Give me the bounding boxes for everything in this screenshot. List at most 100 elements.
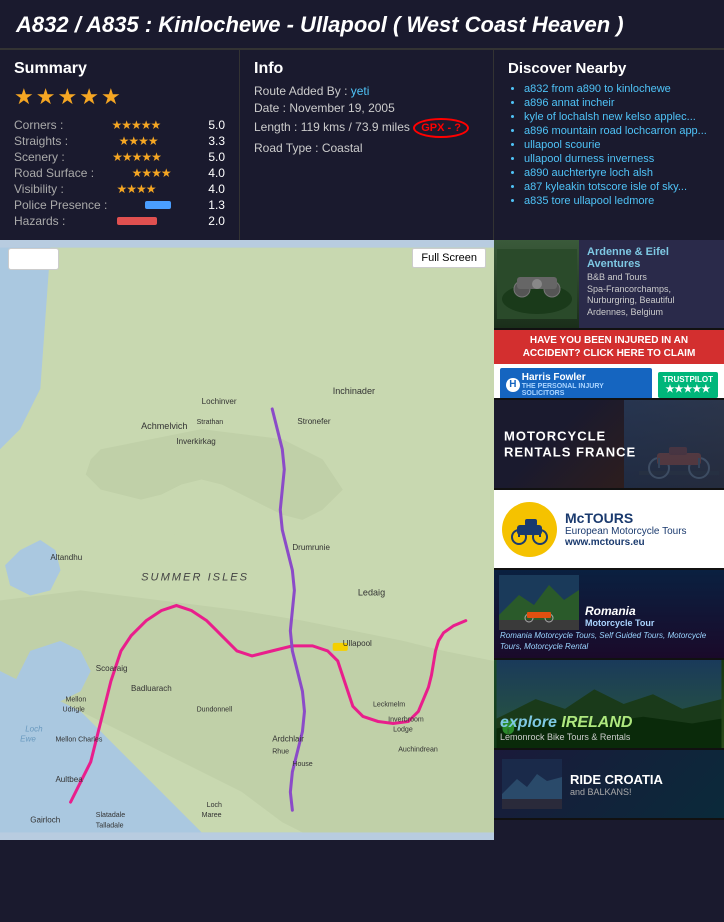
romania-ad[interactable]: Romania Motorcycle Tour Romania Motorcyc… <box>494 570 724 660</box>
croatia-text: RIDE CROATIA and BALKANS! <box>570 772 663 797</box>
harris-fowler-ad[interactable]: HAVE YOU BEEN INJURED IN AN ACCIDENT? CL… <box>494 330 724 400</box>
svg-text:Mellon: Mellon <box>66 696 87 703</box>
svg-text:Achmelvich: Achmelvich <box>141 421 187 431</box>
harris-name: Harris Fowler <box>522 372 646 383</box>
discover-heading: Discover Nearby <box>508 60 710 77</box>
svg-text:Loch: Loch <box>207 802 222 809</box>
mctours-text: McTOURS European Motorcycle Tours www.mc… <box>565 510 687 548</box>
svg-text:Slatadale: Slatadale <box>96 812 125 819</box>
moto-france-text: MOTORCYCLE RENTALS FRANCE <box>504 428 636 459</box>
ardenne-subtitle: B&B and Tours <box>587 272 716 284</box>
road-type: Road Type : Coastal <box>254 141 479 155</box>
list-item[interactable]: a832 from a890 to kinlochewe <box>524 83 710 95</box>
svg-text:Inverbroom: Inverbroom <box>388 716 424 723</box>
svg-text:House: House <box>292 761 312 768</box>
svg-text:Loch: Loch <box>25 725 43 734</box>
ardenne-ad[interactable]: Ardenne & Eifel Aventures B&B and Tours … <box>494 240 724 330</box>
harris-h-circle: H <box>506 378 520 392</box>
stat-hazards: Hazards : 2.0 <box>14 214 225 228</box>
stat-road-surface: Road Surface : ★★★★ 4.0 <box>14 166 225 180</box>
route-date: Date : November 19, 2005 <box>254 101 479 115</box>
route-added-by-link[interactable]: yeti <box>351 84 370 98</box>
list-item[interactable]: a835 tore ullapool ledmore <box>524 195 710 207</box>
route-added-by: Route Added By : yeti <box>254 84 479 98</box>
list-item[interactable]: kyle of lochalsh new kelso applec... <box>524 111 710 123</box>
main-content: Map ▾ Full Screen <box>0 240 724 840</box>
croatia-title: RIDE CROATIA <box>570 772 663 787</box>
svg-text:Gairloch: Gairloch <box>30 815 60 824</box>
stat-visibility: Visibility : ★★★★ 4.0 <box>14 182 225 196</box>
star-3: ★ <box>57 84 77 110</box>
ireland-ad[interactable]: explore IRELAND Lemonrock Bike Tours & R… <box>494 660 724 750</box>
svg-text:Inchinader: Inchinader <box>333 386 375 396</box>
star-5: ★ <box>101 84 121 110</box>
ireland-text: explore IRELAND Lemonrock Bike Tours & R… <box>500 714 632 742</box>
svg-text:Lochinver: Lochinver <box>202 397 237 406</box>
mctours-ad[interactable]: McTOURS European Motorcycle Tours www.mc… <box>494 490 724 570</box>
ireland-subtitle: Lemonrock Bike Tours & Rentals <box>500 732 632 742</box>
romania-subtitle: Motorcycle Tour <box>585 618 718 628</box>
list-item[interactable]: a896 mountain road lochcarron app... <box>524 125 710 137</box>
page-title: A832 / A835 : Kinlochewe - Ullapool ( We… <box>16 12 708 38</box>
mctours-url: www.mctours.eu <box>565 537 687 548</box>
svg-text:Ledaig: Ledaig <box>358 587 385 597</box>
list-item[interactable]: a896 annat incheir <box>524 97 710 109</box>
discover-list: a832 from a890 to kinlochewe a896 annat … <box>508 83 710 207</box>
svg-text:Udrigle: Udrigle <box>63 706 85 713</box>
list-item[interactable]: ullapool scourie <box>524 139 710 151</box>
star-4: ★ <box>79 84 99 110</box>
ardenne-text: Ardenne & Eifel Aventures B&B and Tours … <box>579 240 724 328</box>
overall-stars: ★ ★ ★ ★ ★ <box>14 84 225 110</box>
svg-text:Lodge: Lodge <box>393 727 413 734</box>
harris-subtitle: THE PERSONAL INJURY SOLICITORS <box>522 383 646 397</box>
list-item[interactable]: a87 kyleakin totscore isle of sky... <box>524 181 710 193</box>
mctours-brand: McTOURS <box>565 510 687 526</box>
map-type-dropdown[interactable]: Map ▾ <box>8 248 59 270</box>
svg-text:Altandhu: Altandhu <box>50 553 82 562</box>
croatia-subtitle: and BALKANS! <box>570 787 663 797</box>
svg-text:Dundonnell: Dundonnell <box>197 706 233 713</box>
svg-text:Talladale: Talladale <box>96 822 124 829</box>
svg-text:Aultbea: Aultbea <box>55 775 83 784</box>
svg-text:Stronefer: Stronefer <box>297 417 330 426</box>
list-item[interactable]: a890 auchtertyre loch alsh <box>524 167 710 179</box>
svg-text:Ardchlair: Ardchlair <box>272 735 304 744</box>
stat-scenery: Scenery : ★★★★★ 5.0 <box>14 150 225 164</box>
stat-police: Police Presence : 1.3 <box>14 198 225 212</box>
star-1: ★ <box>14 84 34 110</box>
hazards-bar <box>117 217 157 225</box>
moto-france-title: MOTORCYCLE RENTALS FRANCE <box>504 428 636 459</box>
map-controls: Map ▾ <box>8 248 59 270</box>
fullscreen-button[interactable]: Full Screen <box>412 248 486 268</box>
route-length: Length : 119 kms / 73.9 miles GPX - ? <box>254 118 479 138</box>
info-bar: Summary ★ ★ ★ ★ ★ Corners : ★★★★★ 5.0 St… <box>0 48 724 240</box>
chevron-down-icon: ▾ <box>44 252 50 266</box>
stat-corners: Corners : ★★★★★ 5.0 <box>14 118 225 132</box>
svg-text:Ullapool: Ullapool <box>343 639 372 648</box>
harris-top-text: HAVE YOU BEEN INJURED IN AN ACCIDENT? CL… <box>494 330 724 364</box>
right-sidebar: Ardenne & Eifel Aventures B&B and Tours … <box>494 240 724 840</box>
trustpilot-badge: TRUSTPILOT ★★★★★ <box>658 372 718 398</box>
svg-text:Mellon Charles: Mellon Charles <box>55 737 102 744</box>
moto-france-ad[interactable]: MOTORCYCLE RENTALS FRANCE <box>494 400 724 490</box>
svg-text:Scoaraig: Scoaraig <box>96 664 128 673</box>
svg-text:Badluarach: Badluarach <box>131 684 172 693</box>
croatia-ad[interactable]: RIDE CROATIA and BALKANS! <box>494 750 724 820</box>
gpx-badge[interactable]: GPX - ? <box>413 118 469 138</box>
stat-straights: Straights : ★★★★ 3.3 <box>14 134 225 148</box>
summary-heading: Summary <box>14 60 225 78</box>
svg-text:Drumrunie: Drumrunie <box>292 543 330 552</box>
mctours-subtitle: European Motorcycle Tours <box>565 526 687 537</box>
romania-description: Romania Motorcycle Tours, Self Guided To… <box>500 631 718 652</box>
harris-logo: H Harris Fowler THE PERSONAL INJURY SOLI… <box>500 368 652 400</box>
svg-text:Leckmelm: Leckmelm <box>373 701 405 708</box>
svg-text:SUMMER ISLES: SUMMER ISLES <box>141 571 249 583</box>
svg-text:Inverkirkag: Inverkirkag <box>176 437 215 446</box>
mctours-logo <box>502 502 557 557</box>
info-heading: Info <box>254 60 479 78</box>
map-svg: Achmelvich Lochinver Strathan Inverkirka… <box>0 240 494 840</box>
summary-section: Summary ★ ★ ★ ★ ★ Corners : ★★★★★ 5.0 St… <box>0 50 240 240</box>
discover-section: Discover Nearby a832 from a890 to kinloc… <box>494 50 724 240</box>
list-item[interactable]: ullapool durness inverness <box>524 153 710 165</box>
map-area: Map ▾ Full Screen <box>0 240 494 840</box>
